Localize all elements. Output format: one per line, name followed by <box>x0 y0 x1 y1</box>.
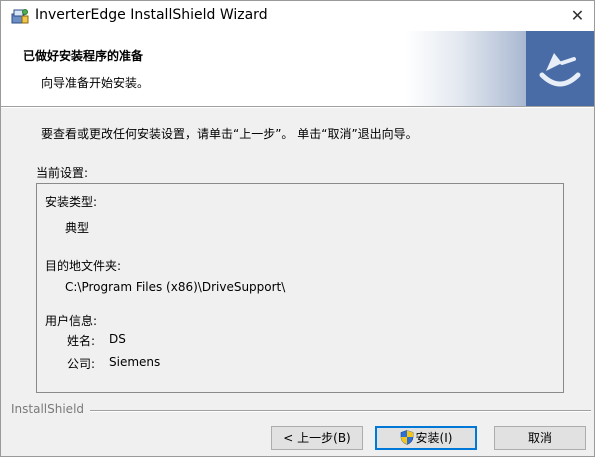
page-subtitle: 向导准备开始安装。 <box>41 76 150 90</box>
setup-type-label: 安装类型: <box>45 195 98 209</box>
installer-package-icon <box>11 8 29 24</box>
installer-window: InverterEdge InstallShield Wizard ✕ 已做好安… <box>0 0 595 457</box>
installshield-brand: InstallShield <box>11 402 91 416</box>
uac-shield-icon <box>400 430 414 451</box>
company-value: Siemens <box>109 355 161 369</box>
header-separator <box>1 106 594 108</box>
page-title: 已做好安装程序的准备 <box>23 49 144 63</box>
setup-type-value: 典型 <box>65 221 90 235</box>
install-button-label: 安装(I) <box>415 431 453 445</box>
footer-separator <box>86 410 591 412</box>
destination-label: 目的地文件夹: <box>45 259 122 273</box>
cancel-button[interactable]: 取消 <box>494 426 586 450</box>
installshield-logo-icon <box>526 31 594 106</box>
settings-summary-box[interactable]: 安装类型: 典型 目的地文件夹: C:\Program Files (x86)\… <box>36 183 564 393</box>
header-banner: 已做好安装程序的准备 向导准备开始安装。 <box>1 31 594 106</box>
name-label: 姓名: <box>67 334 96 348</box>
banner-gradient <box>406 31 526 106</box>
install-button[interactable]: 安装(I) <box>375 426 477 450</box>
title-bar[interactable]: InverterEdge InstallShield Wizard ✕ <box>1 1 594 31</box>
back-button[interactable]: < 上一步(B) <box>271 426 363 450</box>
user-info-label: 用户信息: <box>45 314 98 328</box>
destination-value: C:\Program Files (x86)\DriveSupport\ <box>65 280 286 294</box>
current-settings-label: 当前设置: <box>36 166 89 180</box>
instruction-text: 要查看或更改任何安装设置，请单击“上一步”。 单击“取消”退出向导。 <box>41 127 418 141</box>
company-label: 公司: <box>67 357 96 371</box>
window-title: InverterEdge InstallShield Wizard <box>35 7 268 23</box>
name-value: DS <box>109 332 126 346</box>
close-button[interactable]: ✕ <box>561 1 594 31</box>
